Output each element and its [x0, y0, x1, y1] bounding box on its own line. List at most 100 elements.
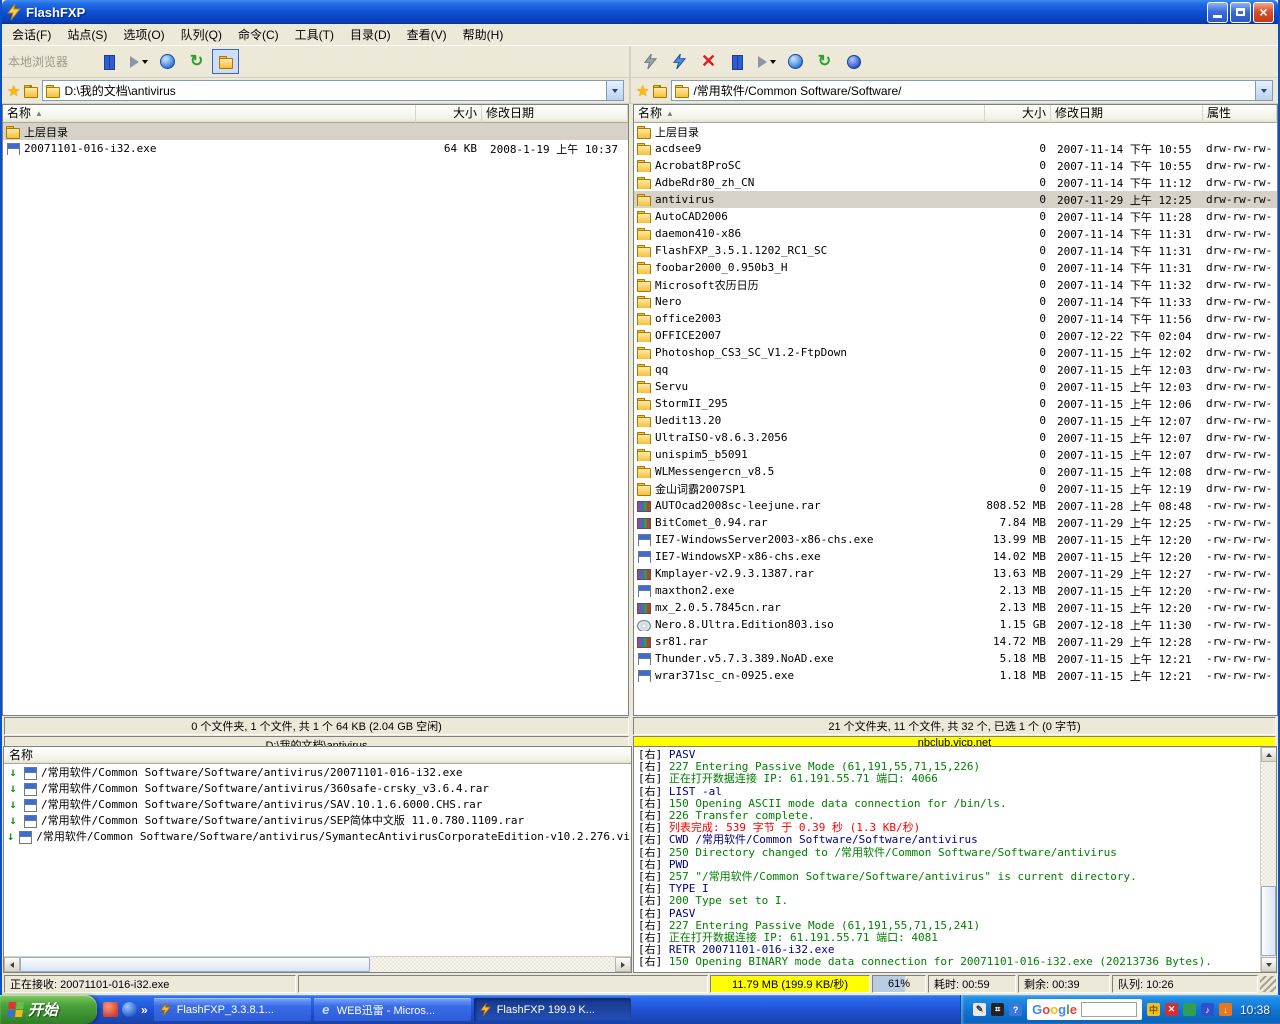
- file-row[interactable]: Uedit13.2002007-11-15 上午 12:07drw-rw-rw-: [634, 412, 1277, 429]
- minimize-button[interactable]: [1207, 2, 1228, 23]
- menu-item[interactable]: 队列(Q): [173, 24, 230, 46]
- google-search-deskband[interactable]: Google: [1027, 999, 1142, 1020]
- menu-item[interactable]: 会话(F): [4, 24, 59, 46]
- resize-grip[interactable]: [1260, 976, 1276, 992]
- menu-item[interactable]: 帮助(H): [455, 24, 512, 46]
- favorites-star-icon[interactable]: ★: [636, 82, 649, 100]
- menu-item[interactable]: 目录(D): [342, 24, 399, 46]
- local-folder-view-button[interactable]: [212, 49, 239, 74]
- column-header-name[interactable]: 名称▲: [634, 105, 985, 123]
- queue-item[interactable]: ↓/常用软件/Common Software/Software/antiviru…: [4, 780, 631, 796]
- file-row[interactable]: Nero.8.Ultra.Edition803.iso1.15 GB2007-1…: [634, 616, 1277, 633]
- scrollbar-thumb[interactable]: [20, 957, 370, 972]
- start-button[interactable]: 开始: [0, 995, 97, 1024]
- local-path-combobox[interactable]: D:\我的文档\antivirus: [42, 80, 624, 101]
- up-directory-row[interactable]: ↑上层目录: [3, 123, 628, 140]
- remote-pause-button[interactable]: [724, 49, 751, 74]
- taskbar-task[interactable]: eWEB迅雷 - Micros...: [314, 998, 471, 1021]
- queue-item[interactable]: ↓/常用软件/Common Software/Software/antiviru…: [4, 764, 631, 780]
- queue-item[interactable]: ↓/常用软件/Common Software/Software/antiviru…: [4, 812, 631, 828]
- tray-icon-messenger[interactable]: [1183, 1003, 1196, 1016]
- local-path-dropdown-button[interactable]: [606, 81, 623, 100]
- quick-connect-button[interactable]: [666, 49, 693, 74]
- file-row[interactable]: sr81.rar14.72 MB2007-11-29 上午 12:28-rw-r…: [634, 633, 1277, 650]
- file-row[interactable]: StormII_29502007-11-15 上午 12:06drw-rw-rw…: [634, 395, 1277, 412]
- file-row[interactable]: qq02007-11-15 上午 12:03drw-rw-rw-: [634, 361, 1277, 378]
- scroll-up-button[interactable]: [1261, 747, 1277, 762]
- local-sites-button[interactable]: [154, 49, 181, 74]
- queue-item[interactable]: ↓/常用软件/Common Software/Software/antiviru…: [4, 796, 631, 812]
- column-header-attr[interactable]: 属性: [1203, 105, 1277, 123]
- file-row[interactable]: Kmplayer-v2.9.3.1387.rar13.63 MB2007-11-…: [634, 565, 1277, 582]
- close-button[interactable]: ×: [1253, 2, 1274, 23]
- quick-launch-icon[interactable]: [122, 1002, 137, 1017]
- file-row[interactable]: mx_2.0.5.7845cn.rar2.13 MB2007-11-15 上午 …: [634, 599, 1277, 616]
- local-pause-button[interactable]: [96, 49, 123, 74]
- tray-icon-security[interactable]: ✕: [1165, 1003, 1178, 1016]
- column-header-size[interactable]: 大小: [985, 105, 1051, 123]
- file-row[interactable]: daemon410-x8602007-11-14 下午 11:31drw-rw-…: [634, 225, 1277, 242]
- file-row[interactable]: acdsee902007-11-14 下午 10:55drw-rw-rw-: [634, 140, 1277, 157]
- file-row[interactable]: AdbeRdr80_zh_CN02007-11-14 下午 11:12drw-r…: [634, 174, 1277, 191]
- file-row[interactable]: Nero02007-11-14 下午 11:33drw-rw-rw-: [634, 293, 1277, 310]
- file-row[interactable]: 20071101-016-i32.exe64 KB2008-1-19 上午 10…: [3, 140, 628, 157]
- local-refresh-button[interactable]: ↻: [183, 49, 210, 74]
- file-row[interactable]: unispim5_b509102007-11-15 上午 12:07drw-rw…: [634, 446, 1277, 463]
- file-row[interactable]: office200302007-11-14 下午 11:56drw-rw-rw-: [634, 310, 1277, 327]
- tray-icon-input-language[interactable]: 中: [1147, 1003, 1160, 1016]
- menu-item[interactable]: 选项(O): [115, 24, 172, 46]
- menu-item[interactable]: 站点(S): [59, 24, 115, 46]
- column-header-name[interactable]: 名称▲: [3, 105, 416, 123]
- column-header-date[interactable]: 修改日期: [1051, 105, 1203, 123]
- file-row[interactable]: WLMessengercn_v8.502007-11-15 上午 12:08dr…: [634, 463, 1277, 480]
- file-row[interactable]: Microsoft农历日历02007-11-14 下午 11:32drw-rw-…: [634, 276, 1277, 293]
- remote-path-combobox[interactable]: /常用软件/Common Software/Software/: [671, 80, 1273, 101]
- quick-launch-icon[interactable]: [103, 1002, 118, 1017]
- scroll-right-button[interactable]: [615, 957, 631, 972]
- tray-icon-volume[interactable]: ♪: [1201, 1003, 1214, 1016]
- file-row[interactable]: wrar371sc_cn-0925.exe1.18 MB2007-11-15 上…: [634, 667, 1277, 684]
- remote-up-directory-button[interactable]: ↑: [653, 85, 667, 97]
- abort-button[interactable]: ✕: [695, 49, 722, 74]
- tray-icon-download[interactable]: ↓: [1219, 1003, 1232, 1016]
- column-header-size[interactable]: 大小: [416, 105, 482, 123]
- menu-item[interactable]: 命令(C): [230, 24, 287, 46]
- file-row[interactable]: Servu02007-11-15 上午 12:03drw-rw-rw-: [634, 378, 1277, 395]
- remote-transfer-button[interactable]: [753, 49, 780, 74]
- queue-item[interactable]: ↓/常用软件/Common Software/Software/antiviru…: [4, 828, 631, 844]
- remote-refresh-button[interactable]: ↻: [811, 49, 838, 74]
- file-row[interactable]: FlashFXP_3.5.1.1202_RC1_SC02007-11-14 下午…: [634, 242, 1277, 259]
- file-row[interactable]: UltraISO-v8.6.3.205602007-11-15 上午 12:07…: [634, 429, 1277, 446]
- file-row[interactable]: Acrobat8ProSC02007-11-14 下午 10:55drw-rw-…: [634, 157, 1277, 174]
- passive-mode-button[interactable]: [840, 49, 867, 74]
- file-row[interactable]: Thunder.v5.7.3.389.NoAD.exe5.18 MB2007-1…: [634, 650, 1277, 667]
- file-row[interactable]: antivirus02007-11-29 上午 12:25drw-rw-rw-: [634, 191, 1277, 208]
- file-row[interactable]: foobar2000_0.950b3_H02007-11-14 下午 11:31…: [634, 259, 1277, 276]
- taskbar-task[interactable]: FlashFXP 199.9 K...: [474, 998, 631, 1021]
- file-row[interactable]: maxthon2.exe2.13 MB2007-11-15 上午 12:20-r…: [634, 582, 1277, 599]
- local-transfer-button[interactable]: [125, 49, 152, 74]
- scroll-left-button[interactable]: [4, 957, 20, 972]
- taskbar-task[interactable]: FlashFXP_3.3.8.1...: [154, 998, 311, 1021]
- log-vertical-scrollbar[interactable]: [1260, 747, 1276, 972]
- up-directory-row[interactable]: ↑上层目录: [634, 123, 1277, 140]
- pen-input-icon[interactable]: ✎: [973, 1003, 986, 1016]
- queue-horizontal-scrollbar[interactable]: [4, 956, 631, 972]
- help-icon[interactable]: ?: [1009, 1003, 1022, 1016]
- remote-sites-button[interactable]: [782, 49, 809, 74]
- local-up-directory-button[interactable]: ↑: [24, 85, 38, 97]
- column-header-date[interactable]: 修改日期: [482, 105, 628, 123]
- file-row[interactable]: IE7-WindowsXP-x86-chs.exe14.02 MB2007-11…: [634, 548, 1277, 565]
- file-row[interactable]: Photoshop_CS3_SC_V1.2-FtpDown02007-11-15…: [634, 344, 1277, 361]
- remote-path-dropdown-button[interactable]: [1255, 81, 1272, 100]
- quick-launch-overflow[interactable]: »: [141, 1003, 148, 1017]
- scrollbar-thumb[interactable]: [1261, 886, 1276, 956]
- menu-item[interactable]: 工具(T): [287, 24, 342, 46]
- file-row[interactable]: IE7-WindowsServer2003-x86-chs.exe13.99 M…: [634, 531, 1277, 548]
- connect-button[interactable]: [637, 49, 664, 74]
- favorites-star-icon[interactable]: ★: [7, 82, 20, 100]
- maximize-button[interactable]: [1230, 2, 1251, 23]
- file-row[interactable]: BitComet_0.94.rar7.84 MB2007-11-29 上午 12…: [634, 514, 1277, 531]
- queue-column-header[interactable]: 名称: [4, 747, 631, 764]
- file-row[interactable]: AutoCAD200602007-11-14 下午 11:28drw-rw-rw…: [634, 208, 1277, 225]
